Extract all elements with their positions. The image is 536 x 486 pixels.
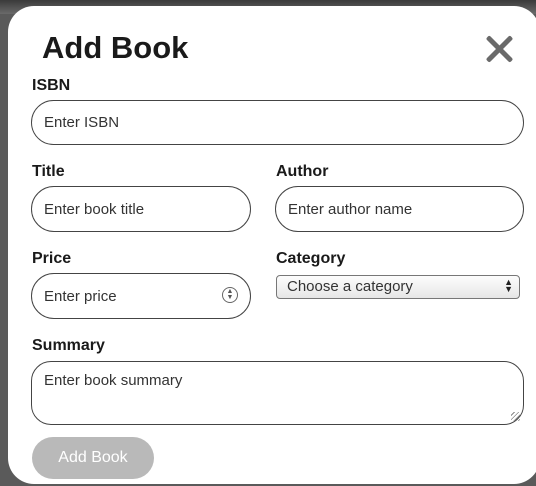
title-input[interactable]	[31, 186, 251, 232]
category-label: Category	[276, 250, 346, 267]
resize-grip-icon[interactable]	[511, 412, 520, 421]
summary-label: Summary	[32, 337, 105, 354]
title-label: Title	[32, 163, 65, 180]
category-selected-value: Choose a category	[287, 278, 413, 295]
price-stepper-icon[interactable]: ▲ ▼	[222, 287, 238, 303]
author-label: Author	[276, 163, 329, 180]
modal-title: Add Book	[42, 30, 189, 65]
price-label: Price	[32, 250, 72, 267]
author-input[interactable]	[275, 186, 524, 232]
summary-textarea[interactable]	[31, 361, 524, 425]
close-icon[interactable]	[484, 34, 514, 64]
select-arrows-icon: ▲ ▼	[504, 277, 513, 294]
isbn-label: ISBN	[32, 77, 71, 94]
category-select[interactable]: Choose a category ▲ ▼	[276, 275, 520, 299]
price-input[interactable]	[31, 273, 251, 319]
add-book-button[interactable]: Add Book	[32, 437, 154, 479]
isbn-input[interactable]	[31, 100, 524, 145]
